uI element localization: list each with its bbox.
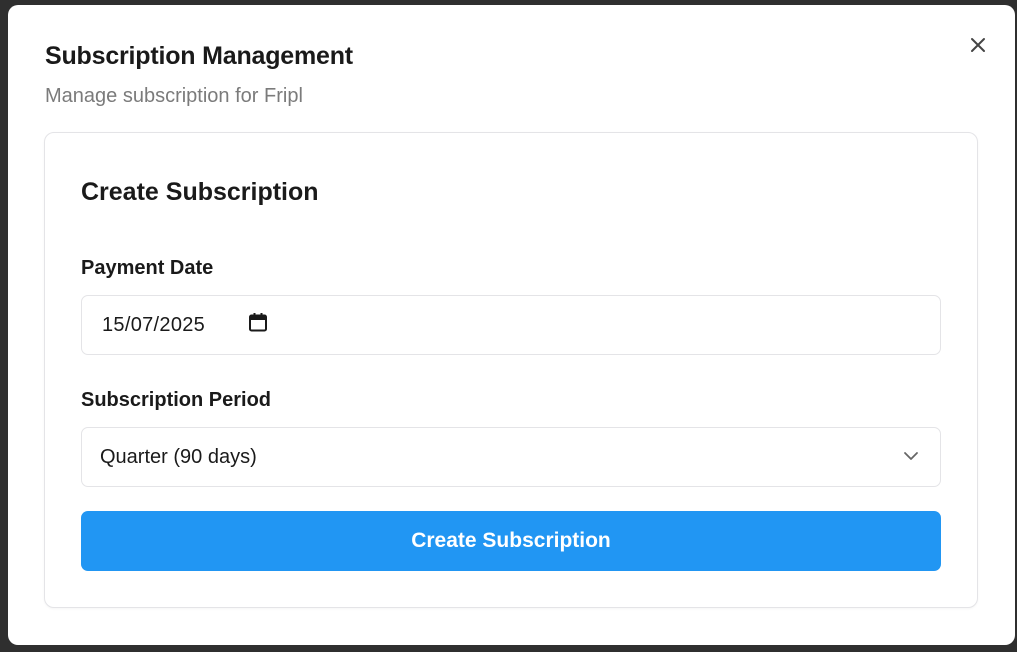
close-button[interactable] [966,33,990,57]
create-subscription-card: Create Subscription Payment Date 15/07/2… [44,132,978,608]
subscription-modal: Subscription Management Manage subscript… [8,5,1015,645]
card-title: Create Subscription [81,178,319,206]
modal-title: Subscription Management [45,42,353,70]
payment-date-value: 15/07/2025 [102,313,206,336]
subscription-period-value: Quarter (90 days) [100,445,257,468]
create-subscription-button[interactable]: Create Subscription [81,511,941,571]
subscription-period-label: Subscription Period [81,389,272,411]
modal-subtitle: Manage subscription for Fripl [45,85,303,107]
chevron-down-icon [904,452,918,460]
subscription-period-select[interactable]: Quarter (90 days) [81,427,941,487]
payment-date-input[interactable]: 15/07/2025 [81,295,941,355]
payment-date-label: Payment Date [81,257,214,279]
calendar-icon[interactable] [248,312,268,332]
close-icon [971,38,985,52]
